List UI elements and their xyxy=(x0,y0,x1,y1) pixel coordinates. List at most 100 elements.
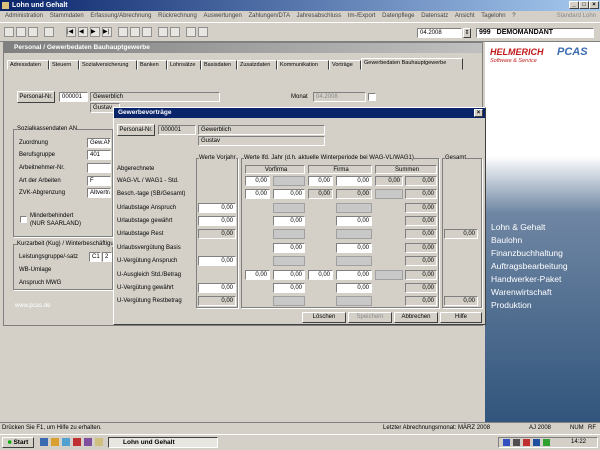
cell-besch-vorfirma-2[interactable]: 0,00 xyxy=(273,189,305,199)
tab-sozialversicherung[interactable]: Sozialversicherung xyxy=(79,60,137,70)
soz-zvk-field[interactable]: Altverträ xyxy=(87,188,111,198)
personal-nr-button[interactable]: Personal-Nr. xyxy=(17,91,55,103)
kurz-leistung-field[interactable]: C1 xyxy=(89,252,101,262)
menu-stammdaten[interactable]: Stammdaten xyxy=(50,13,84,19)
menu-zahlungen[interactable]: Zahlungen/DTA xyxy=(249,13,290,19)
tray-language-icon[interactable] xyxy=(533,439,540,446)
menu-rueckrechnung[interactable]: Rückrechnung xyxy=(158,13,197,19)
quicklaunch-ie-icon[interactable] xyxy=(40,438,48,446)
tray-security-icon[interactable] xyxy=(543,439,550,446)
menu-ansicht[interactable]: Ansicht xyxy=(455,13,475,19)
last-record-icon[interactable]: ▶| xyxy=(102,27,112,37)
tab-banken[interactable]: Banken xyxy=(137,60,167,70)
cell-uv-gewaehrt-vorfirma[interactable]: 0,00 xyxy=(273,283,305,293)
start-button[interactable]: ■ Start xyxy=(2,437,34,448)
quicklaunch-desktop-icon[interactable] xyxy=(62,438,70,446)
kurz-satz-field[interactable]: 2 xyxy=(102,252,112,262)
cell-besch-summe-2: 0,00 xyxy=(405,189,437,199)
cell-ut-anspruch-vorjahr[interactable]: 0,00 xyxy=(198,203,236,213)
loeschen-button[interactable]: Löschen xyxy=(302,312,346,323)
soz-berufsgruppe-field[interactable]: 401 xyxy=(87,150,111,160)
quicklaunch-folder-icon[interactable] xyxy=(95,438,103,446)
dialog-firstname-field: Gustav xyxy=(198,136,325,146)
cell-besch-vorfirma-1[interactable]: 0,00 xyxy=(245,189,270,199)
minimize-button[interactable]: _ xyxy=(569,1,579,9)
cell-uv-basis-firma[interactable]: 0,00 xyxy=(336,243,372,253)
menu-erfassung[interactable]: Erfassung/Abrechnung xyxy=(90,13,151,19)
cell-wag-firma-1[interactable]: 0,00 xyxy=(308,176,333,186)
menu-help[interactable]: ? xyxy=(512,13,515,19)
row-label-uv-rest: U-Vergütung Restbetrag xyxy=(117,298,182,304)
period-field[interactable]: 04.2008 xyxy=(417,28,462,38)
dialog-personal-nr-button[interactable]: Personal-Nr. xyxy=(117,124,155,136)
key-icon[interactable] xyxy=(198,27,208,37)
save-icon[interactable] xyxy=(158,27,168,37)
soz-zuordnung-field[interactable]: Gew.AN xyxy=(87,138,111,148)
monat-checkbox[interactable] xyxy=(368,93,376,101)
undo-icon[interactable] xyxy=(170,27,180,37)
hilfe-button[interactable]: Hilfe xyxy=(440,312,482,323)
cell-uv-gewaehrt-firma[interactable]: 0,00 xyxy=(336,283,372,293)
menu-import-export[interactable]: Im-/Export xyxy=(348,13,376,19)
menu-datenpflege[interactable]: Datenpflege xyxy=(382,13,414,19)
tray-clock[interactable]: 14:22 xyxy=(571,438,586,447)
tab-kommunikation[interactable]: Kommunikation xyxy=(277,60,329,70)
cell-wag-vorfirma-1[interactable]: 0,00 xyxy=(245,176,270,186)
dialog-close-icon[interactable]: × xyxy=(474,109,483,117)
cell-ausgleich-firma-1[interactable]: 0,00 xyxy=(308,270,333,280)
group-gesamt-title: Gesamt xyxy=(445,155,467,161)
speichern-button[interactable]: Speichern xyxy=(348,312,392,323)
export-icon[interactable] xyxy=(28,27,38,37)
cell-wag-firma-2[interactable]: 0,00 xyxy=(336,176,372,186)
soz-art-field[interactable]: F xyxy=(87,176,111,186)
cell-ausgleich-vorfirma-1[interactable]: 0,00 xyxy=(245,270,270,280)
dialog-title: Gewerbevorträge xyxy=(118,109,172,116)
minder-checkbox[interactable] xyxy=(20,216,27,223)
tab-vortraege[interactable]: Vorträge xyxy=(329,60,361,70)
tab-adressdaten[interactable]: Adressdaten xyxy=(7,60,49,70)
cell-ut-gewaehrt-vorfirma[interactable]: 0,00 xyxy=(273,216,305,226)
calc-icon[interactable] xyxy=(186,27,196,37)
quicklaunch-outlook-icon[interactable] xyxy=(51,438,59,446)
quicklaunch-media-icon[interactable] xyxy=(84,438,92,446)
menu-administration[interactable]: Administration xyxy=(5,13,43,19)
close-button[interactable]: × xyxy=(589,1,599,9)
quicklaunch-app-icon[interactable] xyxy=(73,438,81,446)
monat-field: 04.2008 xyxy=(313,92,366,102)
soz-arbeitnehmer-field[interactable] xyxy=(87,163,111,173)
menu-auswertungen[interactable]: Auswertungen xyxy=(203,13,241,19)
cell-uv-gewaehrt-vorjahr[interactable]: 0,00 xyxy=(198,283,236,293)
list-icon[interactable] xyxy=(44,27,54,37)
tray-app-icon[interactable] xyxy=(523,439,530,446)
tab-gewerbedaten[interactable]: Gewerbedaten Bauhauptgewerbe xyxy=(361,58,463,70)
taskbar-lohn-button[interactable]: Lohn und Gehalt xyxy=(108,437,218,448)
first-record-icon[interactable]: |◀ xyxy=(66,27,76,37)
maximize-button[interactable]: □ xyxy=(579,1,589,9)
menu-jahresabschluss[interactable]: Jahresabschluss xyxy=(296,13,341,19)
company-select[interactable]: 999 DEMOMANDANT xyxy=(476,28,594,38)
cell-ausgleich-firma-2[interactable]: 0,00 xyxy=(336,270,372,280)
copy-record-icon[interactable] xyxy=(142,27,152,37)
next-record-icon[interactable]: ▶ xyxy=(90,27,100,37)
cell-ut-gewaehrt-vorjahr[interactable]: 0,00 xyxy=(198,216,236,226)
tab-zusatzdaten[interactable]: Zusatzdaten xyxy=(237,60,277,70)
personal-nr-field[interactable]: 000001 xyxy=(59,92,88,102)
abbrechen-button[interactable]: Abbrechen xyxy=(394,312,438,323)
menu-datensatz[interactable]: Datensatz xyxy=(421,13,448,19)
cell-ut-gewaehrt-firma[interactable]: 0,00 xyxy=(336,216,372,226)
period-spinner[interactable]: ⇕ xyxy=(463,28,471,38)
cell-uv-anspruch-vorjahr[interactable]: 0,00 xyxy=(198,256,236,266)
new-record-icon[interactable] xyxy=(118,27,128,37)
prev-record-icon[interactable]: ◀ xyxy=(78,27,88,37)
delete-record-icon[interactable] xyxy=(130,27,140,37)
preview-icon[interactable] xyxy=(16,27,26,37)
tab-basisdaten[interactable]: Basisdaten xyxy=(201,60,237,70)
tab-lohnsaetze[interactable]: Lohnsätze xyxy=(167,60,201,70)
cell-uv-basis-vorfirma[interactable]: 0,00 xyxy=(273,243,305,253)
menu-tagelohn[interactable]: Tagelohn xyxy=(481,13,505,19)
print-icon[interactable] xyxy=(4,27,14,37)
cell-ausgleich-vorfirma-2[interactable]: 0,00 xyxy=(273,270,305,280)
tray-network-icon[interactable] xyxy=(503,439,510,446)
tab-steuern[interactable]: Steuern xyxy=(49,60,79,70)
tray-volume-icon[interactable] xyxy=(513,439,520,446)
